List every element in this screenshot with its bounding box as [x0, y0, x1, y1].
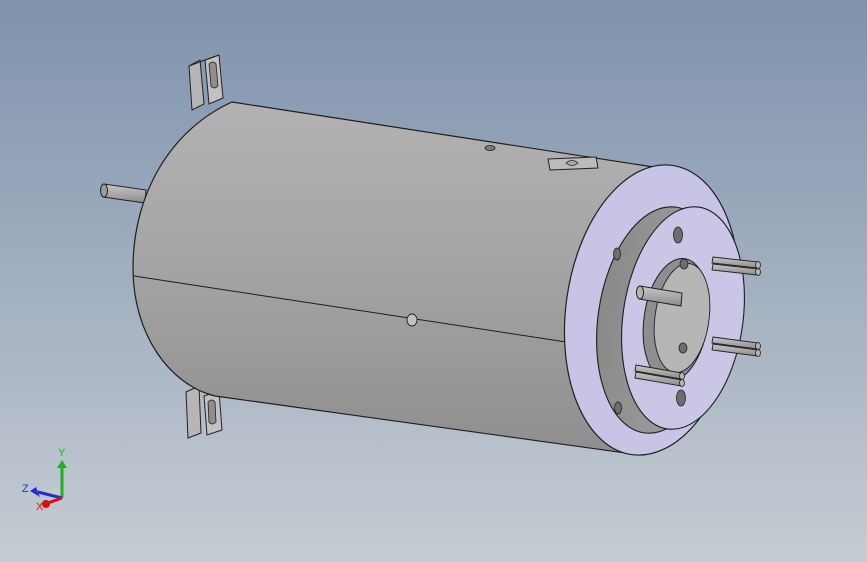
hub-side-hole	[614, 401, 622, 415]
x-axis	[47, 496, 63, 505]
coordinate-triad[interactable]: Y Z X	[18, 440, 78, 520]
z-axis-label: Z	[22, 483, 29, 495]
side-screw[interactable]	[406, 313, 418, 327]
bolt-hole	[679, 258, 689, 270]
bolt-hole	[678, 342, 688, 354]
3d-model-view[interactable]	[0, 0, 867, 562]
y-axis-label: Y	[58, 447, 66, 459]
bolt-hole	[676, 389, 686, 407]
x-axis-label: X	[36, 501, 44, 513]
top-connector[interactable]	[547, 156, 599, 171]
bolt-hole	[673, 226, 683, 244]
rear-shaft[interactable]	[100, 183, 147, 204]
mounting-bracket-top[interactable]	[188, 54, 224, 111]
y-arrow-icon	[57, 460, 67, 468]
hub-side-hole	[613, 247, 621, 261]
top-hole	[484, 145, 496, 151]
graphics-viewport[interactable]: Y Z X	[0, 0, 867, 562]
